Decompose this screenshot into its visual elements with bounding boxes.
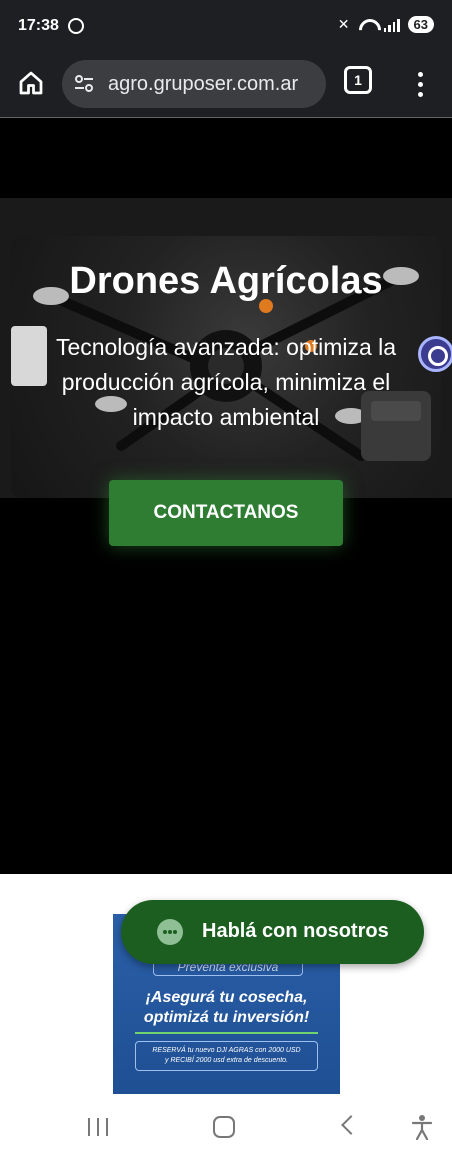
address-bar[interactable]: agro.gruposer.com.ar <box>62 60 326 108</box>
status-time: 17:38 <box>18 17 59 34</box>
accessibility-widget-icon[interactable] <box>418 336 452 372</box>
accessibility-icon[interactable] <box>410 1114 434 1140</box>
status-bar: 17:38 ✕ 63 <box>0 0 452 52</box>
browser-toolbar: agro.gruposer.com.ar 1 <box>0 52 452 118</box>
promo-offer-line1: RESERVÁ tu nuevo DJI AGRAS con 2000 USD <box>152 1047 301 1054</box>
promo-offer-line2: y RECIBÍ 2000 usd extra de descuento. <box>165 1057 288 1064</box>
promo-offer-box: RESERVÁ tu nuevo DJI AGRAS con 2000 USD … <box>135 1041 318 1071</box>
contact-button[interactable]: CONTACTANOS <box>109 480 343 546</box>
battery-indicator: 63 <box>407 16 434 33</box>
status-icons: ✕ 63 <box>338 16 434 33</box>
android-nav-bar <box>0 1094 452 1158</box>
home-icon[interactable] <box>16 68 46 98</box>
promo-title-line2: optimizá tu inversión! <box>143 1009 310 1026</box>
promo-title-line1: ¡Asegurá tu cosecha, <box>145 989 308 1006</box>
chat-label: Hablá con nosotros <box>202 920 389 942</box>
promo-divider <box>135 1032 318 1034</box>
chat-button[interactable]: Hablá con nosotros <box>121 900 424 964</box>
tab-switcher-button[interactable]: 1 <box>344 66 372 94</box>
url-text[interactable]: agro.gruposer.com.ar <box>108 73 318 96</box>
chat-bubble-icon <box>157 919 183 945</box>
more-vert-icon[interactable] <box>408 66 432 102</box>
hero-subtitle: Tecnología avanzada: optimiza la producc… <box>55 334 397 430</box>
signal-icon <box>383 18 400 32</box>
home-nav-icon[interactable] <box>213 1116 235 1138</box>
hero-title: Drones Agrícolas <box>69 260 383 302</box>
site-settings-icon[interactable] <box>74 74 94 94</box>
promo-title: ¡Asegurá tu cosecha, optimizá tu inversi… <box>121 988 332 1028</box>
mute-icon: ✕ <box>337 16 350 32</box>
web-page: Drones Agrícolas Tecnología avanzada: op… <box>0 118 452 1094</box>
whatsapp-icon <box>68 18 84 34</box>
wifi-icon <box>358 18 376 32</box>
back-icon[interactable] <box>341 1115 361 1135</box>
recents-icon[interactable] <box>88 1118 108 1136</box>
